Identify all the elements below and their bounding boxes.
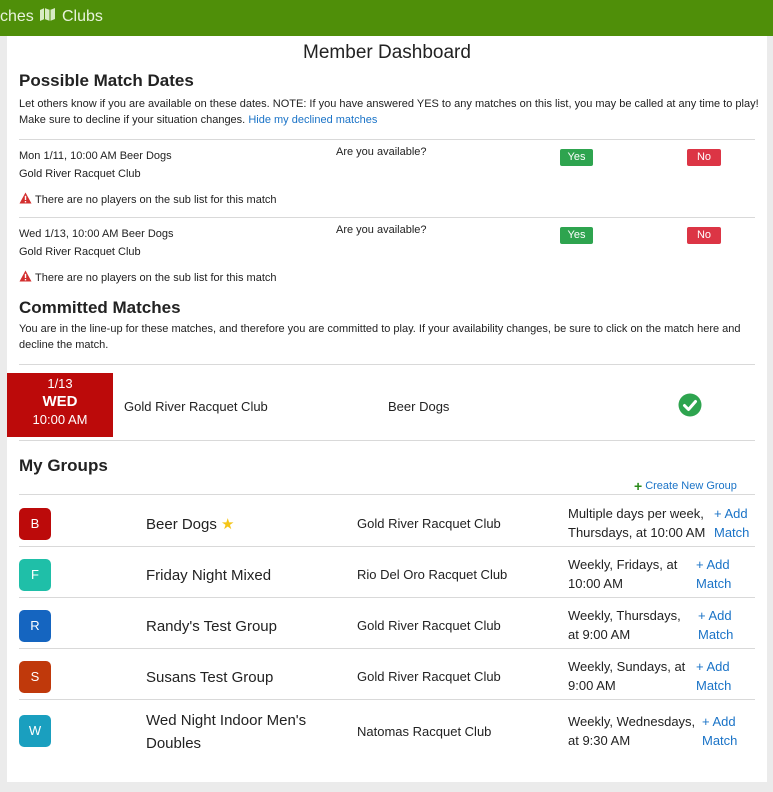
match-date-badge: 1/13 WED 10:00 AM	[7, 373, 113, 437]
group-row[interactable]: S Susans Test Group Gold River Racquet C…	[19, 649, 755, 700]
nav-clubs-label: Clubs	[62, 8, 103, 25]
dashboard-panel: Member Dashboard Possible Match Dates Le…	[7, 36, 767, 782]
no-button[interactable]: No	[687, 227, 721, 244]
group-club: Gold River Racquet Club	[357, 618, 501, 633]
add-match-label: + Add	[702, 714, 736, 729]
group-name[interactable]: Wed Night Indoor Men's Doubles	[146, 709, 336, 755]
divider	[19, 364, 755, 365]
add-match-label: Match	[698, 627, 734, 642]
group-avatar: B	[19, 508, 51, 540]
possible-match-row: Mon 1/11, 10:00 AM Beer Dogs Gold River …	[19, 140, 755, 218]
group-schedule: Weekly, Sundays, at 9:00 AM	[568, 659, 686, 693]
no-subs-warning: There are no players on the sub list for…	[19, 192, 277, 207]
no-subs-warning: There are no players on the sub list for…	[19, 270, 277, 285]
page-title: Member Dashboard	[303, 42, 471, 63]
group-name-text: Beer Dogs	[146, 516, 217, 533]
group-row[interactable]: F Friday Night Mixed Rio Del Oro Racquet…	[19, 547, 755, 598]
group-name[interactable]: Susans Test Group	[146, 666, 273, 689]
group-club: Gold River Racquet Club	[357, 516, 501, 531]
group-avatar: F	[19, 559, 51, 591]
nav-clubs-link[interactable]: Clubs	[39, 7, 103, 27]
group-name[interactable]: Beer Dogs ★	[146, 513, 235, 536]
match-club: Gold River Racquet Club	[124, 399, 268, 414]
committed-matches-heading: Committed Matches	[19, 298, 181, 317]
add-match-label: Match	[696, 576, 732, 591]
group-schedule: Weekly, Thursdays, at 9:00 AM	[568, 608, 681, 642]
availability-question: Are you available?	[336, 146, 427, 158]
match-club: Gold River Racquet Club	[19, 246, 141, 258]
add-match-label: + Add	[714, 506, 748, 521]
group-club: Rio Del Oro Racquet Club	[357, 567, 508, 582]
add-match-link[interactable]: + Add Match	[698, 606, 733, 644]
create-new-group-link[interactable]: + Create New Group	[634, 477, 737, 494]
committed-match-row[interactable]: 1/13 WED 10:00 AM Gold River Racquet Clu…	[7, 373, 767, 437]
create-new-group-label: Create New Group	[645, 480, 737, 492]
possible-desc-text: Let others know if you are available on …	[19, 98, 759, 126]
add-match-link[interactable]: + Add Match	[714, 504, 749, 542]
add-match-label: Match	[702, 733, 738, 748]
match-group: Beer Dogs	[388, 399, 450, 414]
add-match-label: Match	[696, 678, 732, 693]
warning-icon	[19, 192, 32, 207]
match-date-group[interactable]: Wed 1/13, 10:00 AM Beer Dogs	[19, 228, 174, 240]
group-avatar: R	[19, 610, 51, 642]
possible-match-dates-heading: Possible Match Dates	[19, 71, 194, 90]
add-match-link[interactable]: + Add Match	[696, 657, 731, 695]
add-match-link[interactable]: + Add Match	[696, 555, 731, 593]
committed-matches-description: You are in the line-up for these matches…	[19, 323, 741, 351]
group-schedule: Weekly, Wednesdays, at 9:30 AM	[568, 714, 696, 748]
divider	[19, 440, 755, 441]
warning-text: There are no players on the sub list for…	[35, 271, 277, 284]
add-match-label: + Add	[696, 557, 730, 572]
no-button[interactable]: No	[687, 149, 721, 166]
match-date-group[interactable]: Mon 1/11, 10:00 AM Beer Dogs	[19, 150, 172, 162]
yes-button[interactable]: Yes	[560, 227, 593, 244]
group-avatar: W	[19, 715, 51, 747]
add-match-link[interactable]: + Add Match	[702, 712, 737, 750]
match-date: 1/13	[47, 376, 73, 391]
possible-match-row: Wed 1/13, 10:00 AM Beer Dogs Gold River …	[19, 218, 755, 296]
yes-button[interactable]: Yes	[560, 149, 593, 166]
group-name[interactable]: Friday Night Mixed	[146, 564, 271, 587]
availability-question: Are you available?	[336, 224, 427, 236]
nav-matches-link[interactable]: ches	[0, 8, 34, 26]
group-schedule: Multiple days per week, Thursdays, at 10…	[568, 506, 706, 540]
group-avatar: S	[19, 661, 51, 693]
check-circle-icon	[678, 393, 702, 422]
star-icon: ★	[221, 516, 235, 533]
map-icon	[39, 7, 56, 27]
match-club: Gold River Racquet Club	[19, 168, 141, 180]
warning-text: There are no players on the sub list for…	[35, 193, 277, 206]
divider	[19, 494, 755, 495]
add-match-label: + Add	[696, 659, 730, 674]
group-club: Natomas Racquet Club	[357, 724, 492, 739]
group-club: Gold River Racquet Club	[357, 669, 501, 684]
group-row[interactable]: R Randy's Test Group Gold River Racquet …	[19, 598, 755, 649]
match-day: WED	[42, 393, 78, 410]
group-schedule: Weekly, Fridays, at 10:00 AM	[568, 557, 678, 591]
top-navbar: ches Clubs	[0, 0, 773, 36]
add-match-label: + Add	[698, 608, 732, 623]
hide-declined-link[interactable]: Hide my declined matches	[248, 114, 377, 126]
group-row[interactable]: W Wed Night Indoor Men's Doubles Natomas…	[19, 700, 755, 760]
match-time: 10:00 AM	[32, 412, 88, 427]
group-row[interactable]: B Beer Dogs ★ Gold River Racquet Club Mu…	[19, 496, 755, 547]
my-groups-heading: My Groups	[19, 456, 108, 475]
add-match-label: Match	[714, 525, 750, 540]
plus-icon: +	[634, 477, 643, 494]
group-name[interactable]: Randy's Test Group	[146, 615, 277, 638]
possible-match-dates-description: Let others know if you are available on …	[19, 96, 759, 128]
warning-icon	[19, 270, 32, 285]
